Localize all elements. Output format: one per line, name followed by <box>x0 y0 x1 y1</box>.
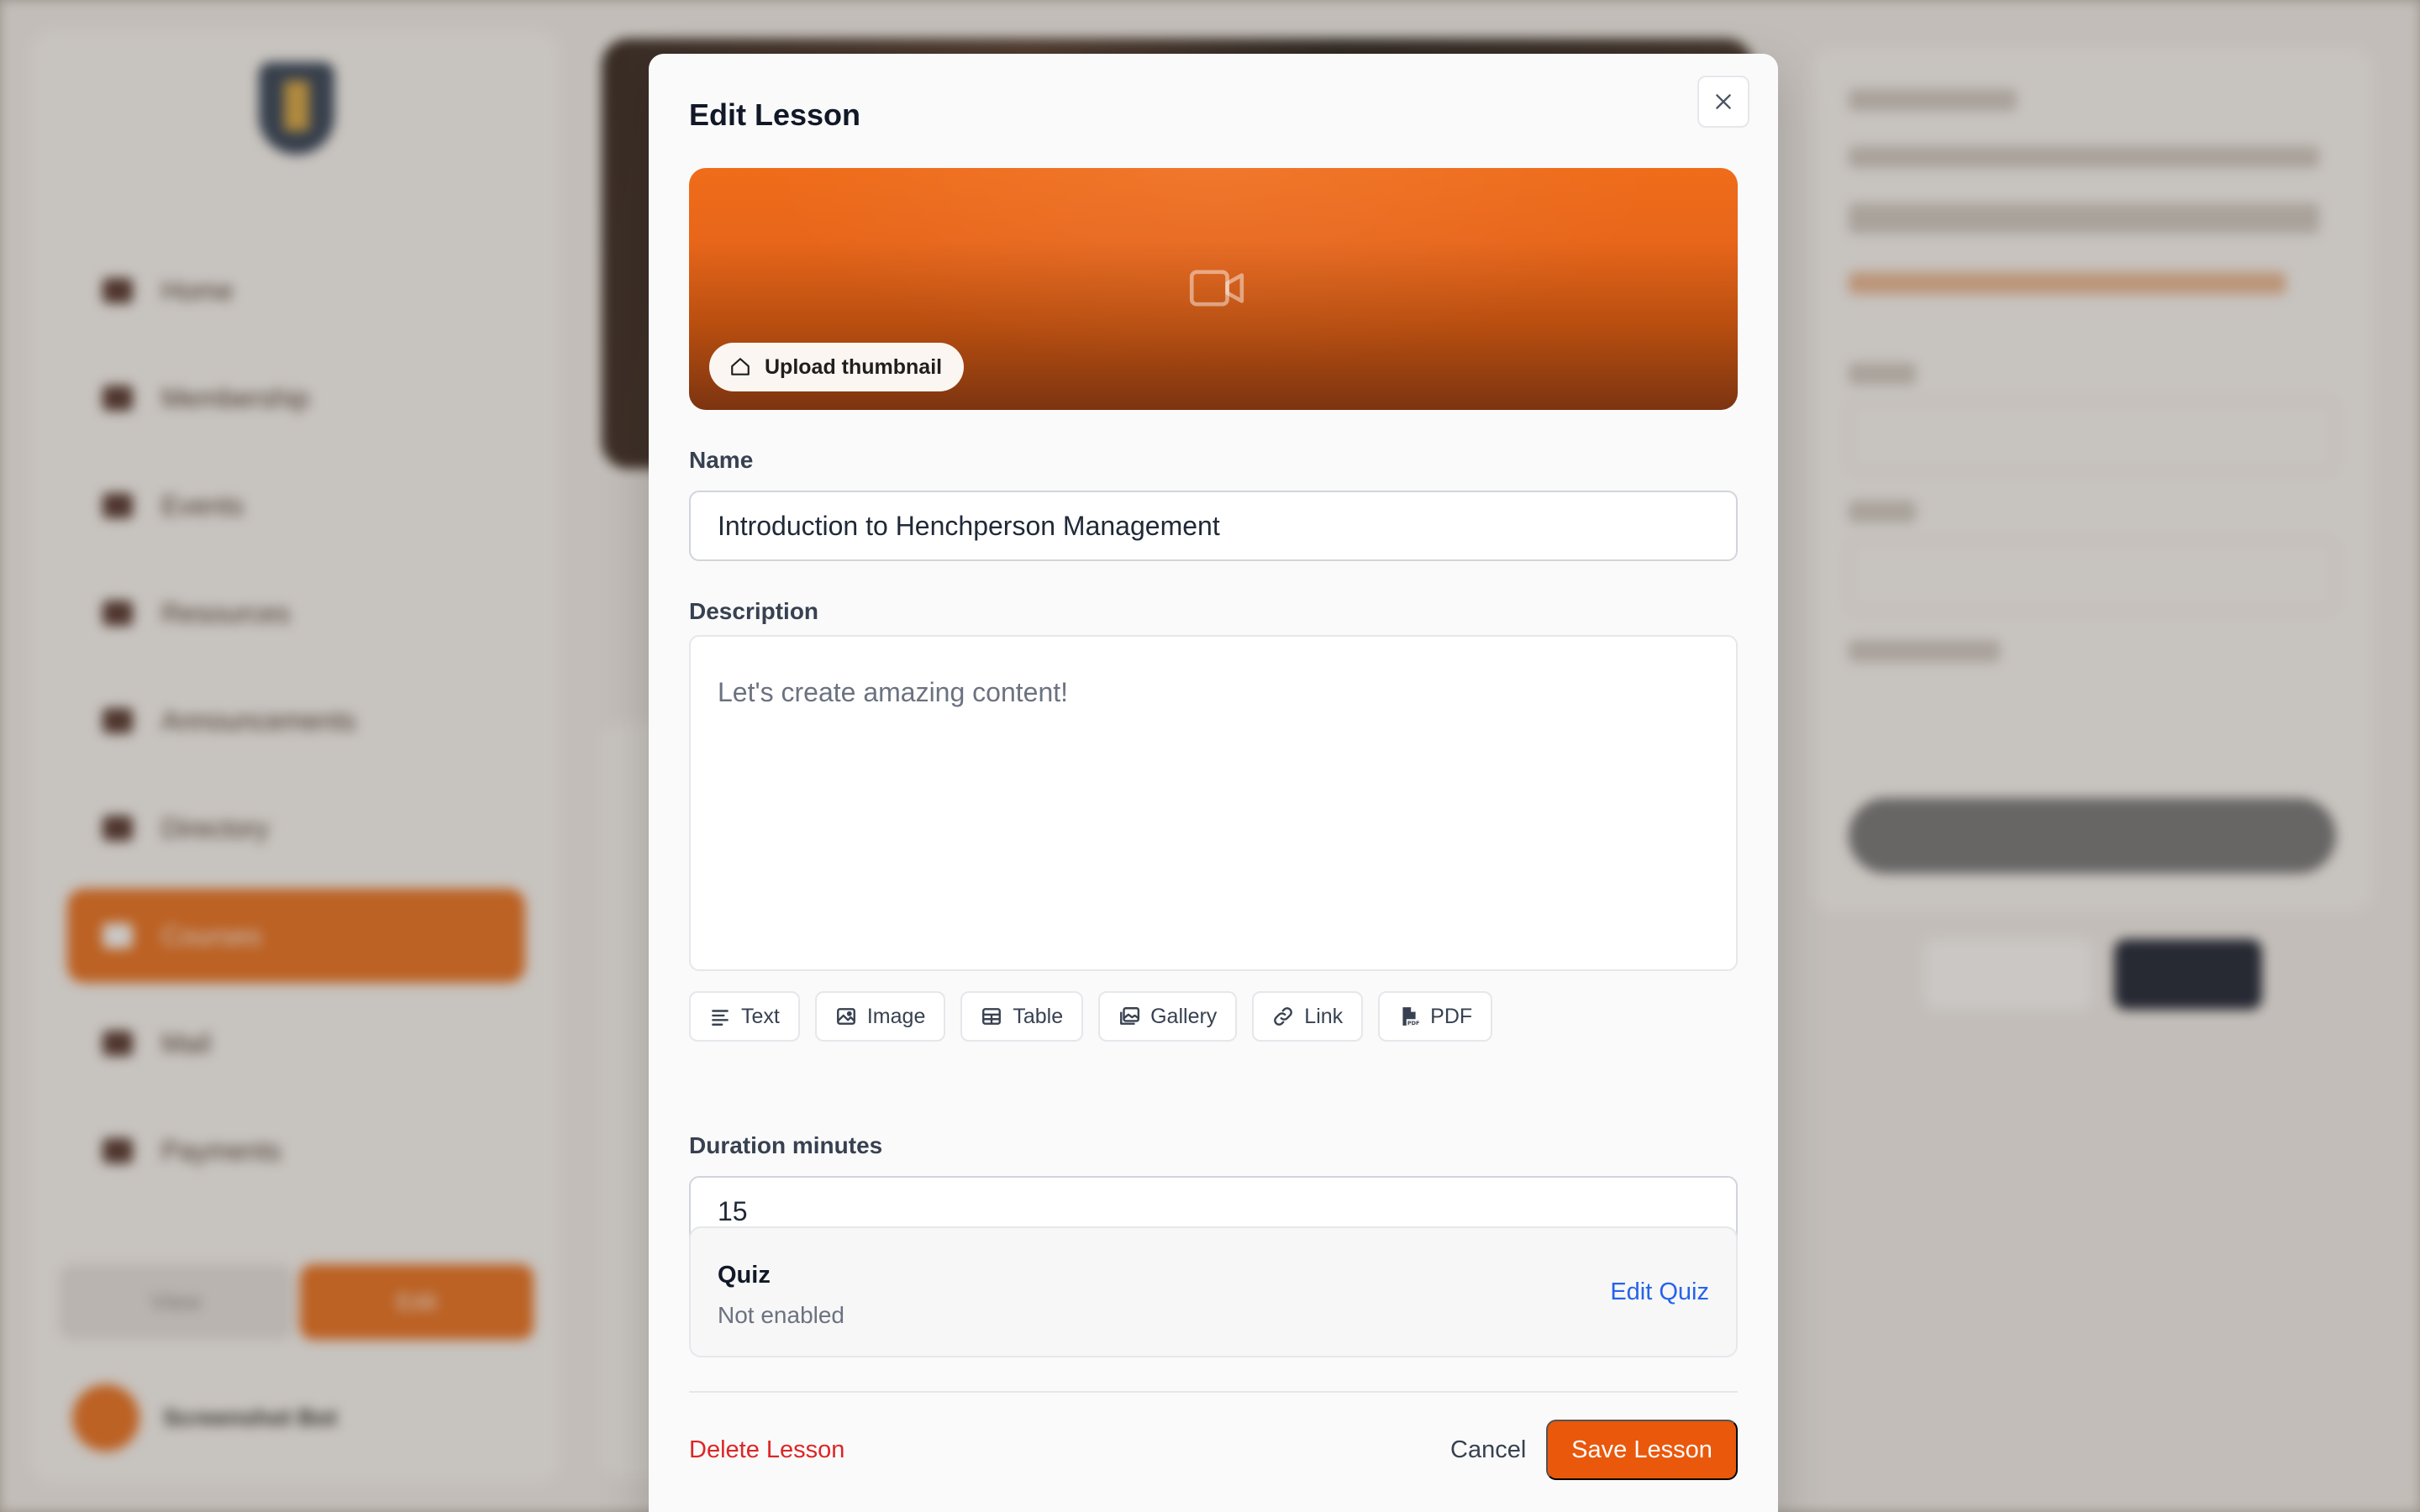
add-image-block-button[interactable]: Image <box>814 991 946 1042</box>
add-pdf-block-button[interactable]: PDF PDF <box>1378 991 1493 1042</box>
content-block-toolbar: Text Image Table Gallery Link PDF PDF <box>689 991 1493 1042</box>
description-editor[interactable]: Let's create amazing content! <box>689 635 1738 971</box>
quiz-status: Not enabled <box>718 1302 845 1328</box>
tool-label: Table <box>1013 1004 1064 1028</box>
gallery-icon <box>1120 1007 1140 1025</box>
quiz-title: Quiz <box>718 1262 771 1289</box>
lesson-thumbnail[interactable]: Upload thumbnail <box>689 168 1738 410</box>
image-icon <box>836 1008 855 1025</box>
tool-label: Text <box>741 1004 780 1028</box>
tool-label: Image <box>866 1004 926 1028</box>
close-icon <box>1716 94 1731 109</box>
pdf-file-icon: PDF <box>1402 1007 1420 1026</box>
description-label: Description <box>689 598 819 624</box>
close-button[interactable] <box>1697 76 1749 128</box>
link-icon <box>1274 1007 1293 1026</box>
edit-lesson-modal: Edit Lesson Upload thumbnail Name Introd… <box>649 54 1778 1512</box>
table-icon <box>982 1008 1002 1025</box>
edit-quiz-link[interactable]: Edit Quiz <box>1610 1278 1709 1306</box>
add-table-block-button[interactable]: Table <box>960 991 1084 1042</box>
cancel-button[interactable]: Cancel <box>1450 1436 1526 1464</box>
tool-label: Link <box>1304 1004 1344 1028</box>
duration-label: Duration minutes <box>689 1132 883 1158</box>
quiz-section: Quiz Not enabled Edit Quiz <box>689 1226 1738 1357</box>
modal-title: Edit Lesson <box>689 97 861 132</box>
tool-label: Gallery <box>1150 1004 1218 1028</box>
name-input[interactable]: Introduction to Henchperson Management <box>689 491 1738 561</box>
add-link-block-button[interactable]: Link <box>1252 991 1364 1042</box>
tool-label: PDF <box>1430 1004 1473 1028</box>
upload-thumbnail-label: Upload thumbnail <box>765 354 943 379</box>
add-gallery-block-button[interactable]: Gallery <box>1098 991 1238 1042</box>
name-label: Name <box>689 447 754 473</box>
footer-divider <box>689 1391 1738 1393</box>
video-camera-icon <box>1189 270 1244 307</box>
save-lesson-button[interactable]: Save Lesson <box>1546 1420 1738 1480</box>
add-text-block-button[interactable]: Text <box>689 991 800 1042</box>
upload-thumbnail-button[interactable]: Upload thumbnail <box>709 343 965 391</box>
svg-text:PDF: PDF <box>1407 1020 1420 1026</box>
align-left-icon <box>712 1010 729 1026</box>
delete-lesson-button[interactable]: Delete Lesson <box>689 1436 844 1464</box>
upload-icon <box>731 358 750 375</box>
